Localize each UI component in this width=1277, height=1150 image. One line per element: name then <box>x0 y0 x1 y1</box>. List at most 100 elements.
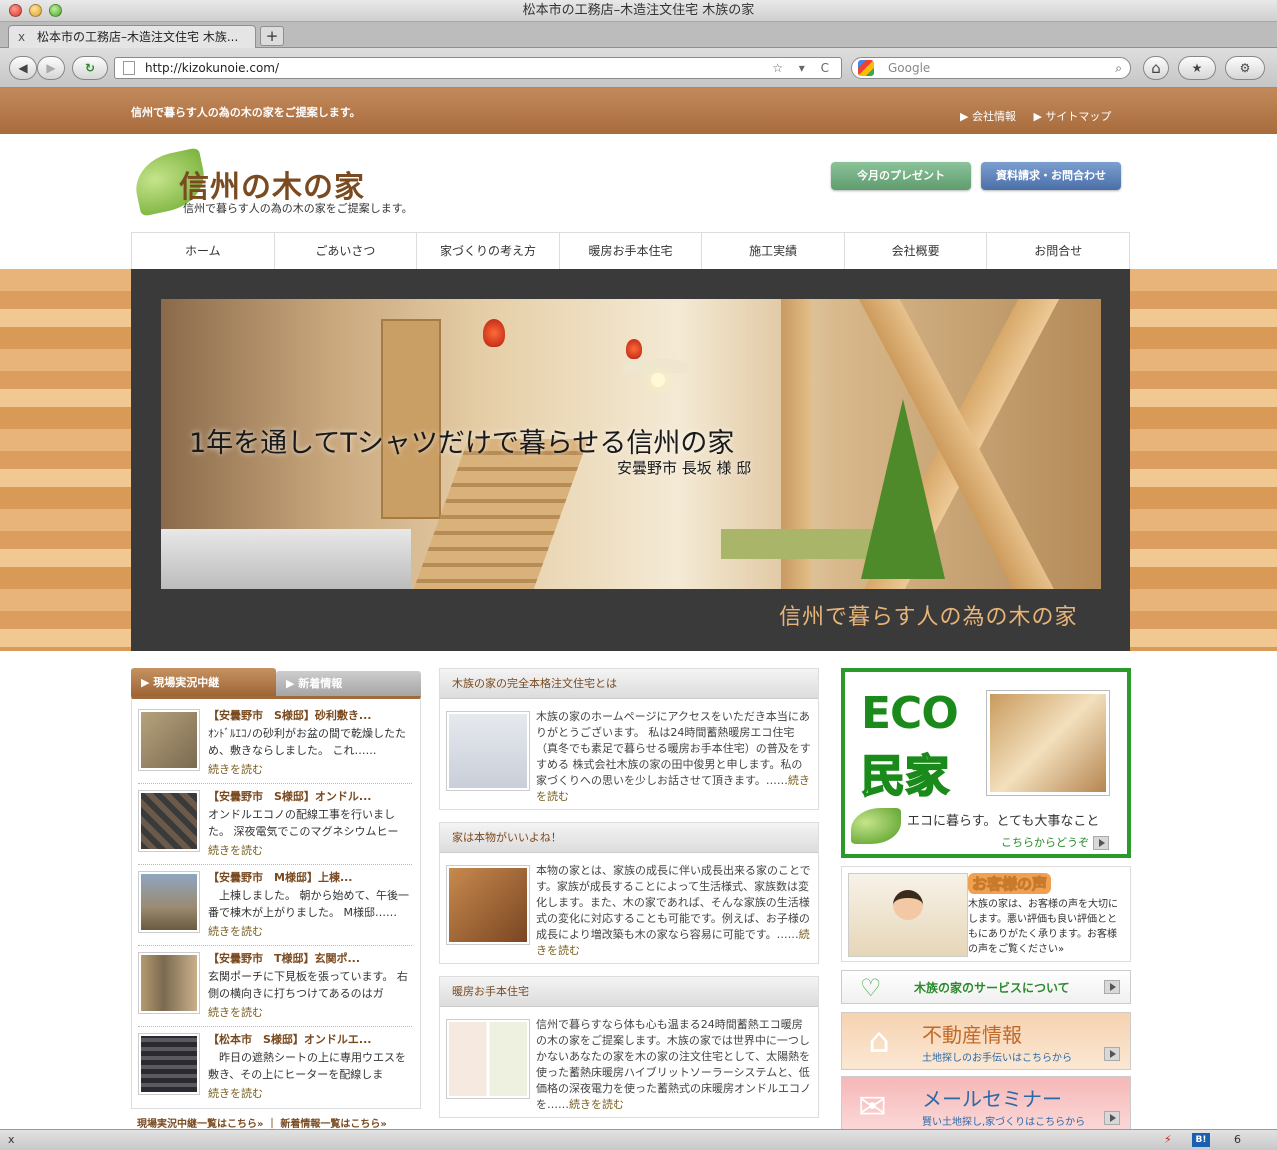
search-icon[interactable]: ⌕ <box>1115 58 1122 78</box>
box-title[interactable]: 木族の家の完全本格注文住宅とは <box>440 669 818 699</box>
contact-button[interactable]: 資料請求・お問合わせ <box>981 162 1121 190</box>
entry-thumbnail[interactable] <box>138 952 200 1014</box>
diagram-image <box>446 1019 530 1099</box>
hero-slogan: 信州で暮らす人の為の木の家 <box>779 605 1078 630</box>
heart-plus-icon: ♡ <box>860 974 882 1002</box>
nav-philosophy[interactable]: 家づくりの考え方 <box>417 233 560 269</box>
model-house-box: 暖房お手本住宅 信州で暮らすなら体も心も温まる24時間蓄熱エコ暖房の木の家をご提… <box>439 976 819 1118</box>
close-window-button[interactable] <box>9 4 22 17</box>
read-more-link[interactable]: 続きを読む <box>208 1085 263 1101</box>
intro-box: 木族の家の完全本格注文住宅とは 木族の家のホームページにアクセスをいただき本当に… <box>439 668 819 810</box>
status-bar: x ⚡ B! 6 <box>0 1129 1277 1150</box>
present-button[interactable]: 今月のプレゼント <box>831 162 971 190</box>
top-strip: 信州で暮らす人の為の木の家をご提案します。 ▶ 会社情報 ▶ サイトマップ <box>0 88 1277 134</box>
bookmarks-icon[interactable]: ★ <box>1178 56 1216 80</box>
tab-site-report[interactable]: ▶ 現場実況中継 <box>131 668 276 696</box>
service-text: 木族の家のサービスについて <box>914 981 1070 995</box>
service-banner[interactable]: ♡ 木族の家のサービスについて <box>841 970 1131 1004</box>
box-title[interactable]: 家は本物がいいよね！ <box>440 823 818 853</box>
minimize-window-button[interactable] <box>29 4 42 17</box>
customer-voice-banner[interactable]: お客様の声 木族の家は、お客様の声を大切にします。悪い評価も良い評価とともにあり… <box>841 866 1131 962</box>
url-bar[interactable]: http://kizokunoie.com/ ☆ ▾ C <box>114 57 842 79</box>
entry-thumbnail[interactable] <box>138 871 200 933</box>
real-estate-sub: 土地探しのお手伝いはこちらから <box>922 1053 1072 1064</box>
box-text: 木族の家のホームページにアクセスをいただき本当にありがとうございます。 私は24… <box>536 710 811 787</box>
news-tabs: ▶ 現場実況中継 ▶ 新着情報 <box>131 668 421 696</box>
bolt-icon[interactable]: ⚡ <box>1164 1130 1172 1150</box>
sitemap-link[interactable]: ▶ サイトマップ <box>1033 110 1111 123</box>
entry-title[interactable]: 【松本市 S様邸】オンドルエ... <box>208 1031 414 1047</box>
interior-photo <box>446 865 530 945</box>
play-icon <box>1093 836 1109 850</box>
eco-kanji: 民家 <box>860 750 950 803</box>
company-info-link[interactable]: ▶ 会社情報 <box>960 110 1016 123</box>
window-title: 松本市の工務店–木造注文住宅 木族の家 <box>522 3 755 18</box>
tree-icon <box>861 399 945 579</box>
entry-title[interactable]: 【安曇野市 S様邸】砂利敷き... <box>208 707 414 723</box>
entry-title[interactable]: 【安曇野市 S様邸】オンドル... <box>208 788 414 804</box>
nav-works[interactable]: 施工実績 <box>702 233 845 269</box>
tab-title: 松本市の工務店–木造注文住宅 木族... <box>37 30 239 44</box>
read-more-link[interactable]: 続きを読む <box>208 1004 263 1020</box>
home-icon[interactable]: ⌂ <box>1143 56 1169 80</box>
tab-close-icon[interactable]: x <box>18 26 25 48</box>
entry-body: 上棟しました。 朝から始めて、午後一番で棟木が上がりました。 M様邸…… <box>208 889 409 919</box>
page-icon <box>123 61 135 75</box>
browser-tab-active[interactable]: x 松本市の工務店–木造注文住宅 木族... <box>8 25 256 48</box>
right-column: ECO 民家 エコに暮らす。とても大事なこと こちらからどうぞ お客様の声 木族… <box>841 668 1131 1129</box>
nav-greeting[interactable]: ごあいさつ <box>275 233 418 269</box>
eco-minka-banner[interactable]: ECO 民家 エコに暮らす。とても大事なこと こちらからどうぞ <box>841 668 1131 858</box>
read-more-link[interactable]: 続きを読む <box>569 1098 624 1111</box>
google-icon <box>858 60 874 76</box>
nav-contact[interactable]: お問合せ <box>987 233 1131 269</box>
entry-body: 玄関ポーチに下見板を張っています。 右側の横向きに打ちつけてあるのはガラ…… <box>208 970 408 1000</box>
list-item[interactable]: 【松本市 S様邸】オンドルエ... 昨日の遮熱シートの上に専用ウエスを敷き、その… <box>138 1027 412 1108</box>
mail-seminar-banner[interactable]: ✉ メールセミナー 賢い土地探し,家づくりはこちらから <box>841 1076 1131 1129</box>
child-face-icon <box>893 890 923 920</box>
site-logo[interactable]: 信州の木の家 信州で暮らす人の為の木の家をご提案します。 <box>129 147 451 218</box>
read-more-link[interactable]: 続きを読む <box>208 761 263 777</box>
hero-banner: 1年を通してTシャツだけで暮らせる信州の家 安曇野市 長坂 様 邸 信州で暮らす… <box>131 269 1130 651</box>
search-input[interactable]: Google ⌕ <box>851 57 1131 79</box>
tab-new-info[interactable]: ▶ 新着情報 <box>276 671 421 696</box>
back-button[interactable]: ◀ <box>9 56 37 80</box>
real-estate-banner[interactable]: ⌂ 不動産情報 土地探しのお手伝いはこちらから <box>841 1012 1131 1070</box>
list-item[interactable]: 【安曇野市 T様邸】玄関ポ... 玄関ポーチに下見板を張っています。 右側の横向… <box>138 946 412 1027</box>
top-links: ▶ 会社情報 ▶ サイトマップ <box>960 108 1125 124</box>
mail-seminar-sub: 賢い土地探し,家づくりはこちらから <box>922 1117 1086 1128</box>
list-item[interactable]: 【安曇野市 S様邸】砂利敷き... ｵﾝﾄﾞﾙｴｺﾉの砂利がお盆の間で乾燥したた… <box>138 703 412 784</box>
red-lamp-icon <box>626 339 642 359</box>
nav-home[interactable]: ホーム <box>131 233 275 269</box>
new-tab-button[interactable]: + <box>260 26 284 46</box>
nav-model-house[interactable]: 暖房お手本住宅 <box>560 233 703 269</box>
news-column: ▶ 現場実況中継 ▶ 新着情報 【安曇野市 S様邸】砂利敷き... ｵﾝﾄﾞﾙｴ… <box>131 668 421 1129</box>
list-item[interactable]: 【安曇野市 S様邸】オンドル... オンドルエコノの配線工事を行いました。 深夜… <box>138 784 412 865</box>
nav-company[interactable]: 会社概要 <box>845 233 988 269</box>
zoom-window-button[interactable] <box>49 4 62 17</box>
play-icon <box>1104 1047 1120 1061</box>
forward-button[interactable]: ▶ <box>37 56 65 80</box>
entry-thumbnail[interactable] <box>138 709 200 771</box>
box-text: 本物の家とは、家族の成長に伴い成長出来る家のことです。家族が成長することによって… <box>536 864 811 941</box>
url-text: http://kizokunoie.com/ <box>145 61 280 75</box>
entry-thumbnail[interactable] <box>138 1033 200 1095</box>
eco-link[interactable]: こちらからどうぞ <box>1001 834 1109 850</box>
window-titlebar: 松本市の工務店–木造注文住宅 木族の家 <box>0 0 1277 22</box>
news-footer-links[interactable]: 現場実況中継一覧はこちら» ｜ 新着情報一覧はこちら» <box>131 1109 421 1129</box>
eco-photo <box>986 690 1110 796</box>
president-photo <box>446 711 530 791</box>
read-more-link[interactable]: 続きを読む <box>208 842 263 858</box>
hatena-bookmark-icon[interactable]: B! <box>1192 1133 1210 1147</box>
url-tools[interactable]: ☆ ▾ C <box>772 58 835 78</box>
close-status-icon[interactable]: x <box>8 1130 15 1150</box>
entry-thumbnail[interactable] <box>138 790 200 852</box>
box-title[interactable]: 暖房お手本住宅 <box>440 977 818 1007</box>
entry-title[interactable]: 【安曇野市 M様邸】上棟... <box>208 869 414 885</box>
play-icon <box>1104 1111 1120 1125</box>
tools-icon[interactable]: ⚙ <box>1225 56 1265 80</box>
entry-title[interactable]: 【安曇野市 T様邸】玄関ポ... <box>208 950 414 966</box>
reload-icon[interactable]: ↻ <box>72 56 108 80</box>
list-item[interactable]: 【安曇野市 M様邸】上棟... 上棟しました。 朝から始めて、午後一番で棟木が上… <box>138 865 412 946</box>
hero-caption: 1年を通してTシャツだけで暮らせる信州の家 <box>189 428 735 459</box>
read-more-link[interactable]: 続きを読む <box>208 923 263 939</box>
